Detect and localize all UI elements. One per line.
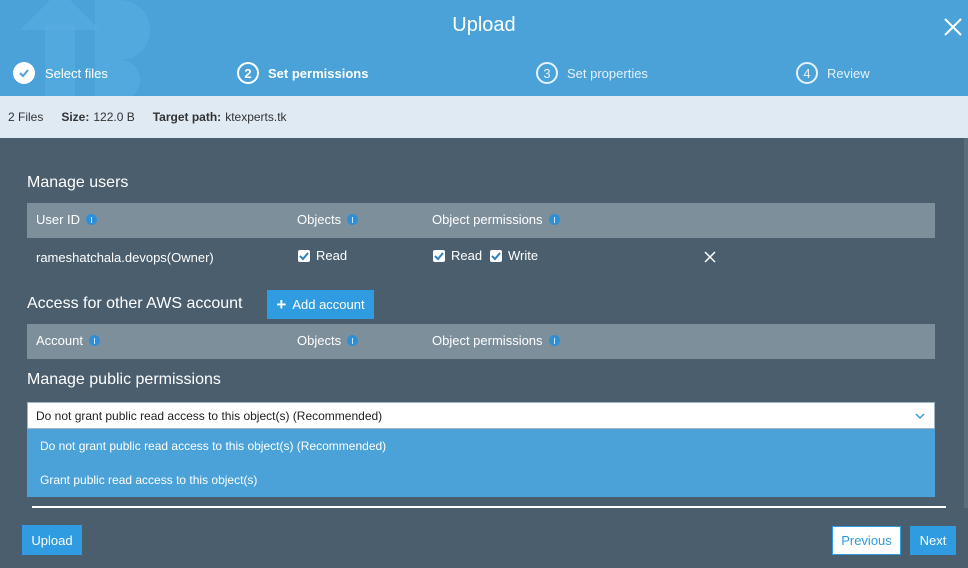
- previous-button[interactable]: Previous: [832, 526, 901, 555]
- col-objects: Objects: [297, 333, 359, 348]
- col-object-permissions: Object permissions: [432, 212, 560, 227]
- permissions-write-checkbox[interactable]: Write: [490, 248, 538, 263]
- file-count: 2 Files: [8, 110, 44, 124]
- public-permissions-select[interactable]: Do not grant public read access to this …: [27, 402, 935, 429]
- col-object-permissions: Object permissions: [432, 333, 560, 348]
- other-accounts-heading: Access for other AWS account: [27, 295, 243, 312]
- col-objects: Objects: [297, 212, 359, 227]
- target-path-label: Target path:: [152, 110, 222, 124]
- info-icon[interactable]: [347, 335, 359, 346]
- step-set-permissions[interactable]: 2 Set permissions: [237, 62, 368, 84]
- selected-option: Do not grant public read access to this …: [36, 408, 383, 423]
- users-table-header: User ID Objects Object permissions: [27, 203, 935, 238]
- close-icon[interactable]: [940, 14, 966, 40]
- dialog-title: Upload: [452, 14, 516, 36]
- info-icon[interactable]: [86, 214, 98, 225]
- public-permissions-dropdown: Do not grant public read access to this …: [27, 429, 935, 497]
- checkbox-checked-icon: [298, 249, 310, 262]
- plus-icon: +: [276, 295, 287, 314]
- step-label: Review: [827, 65, 870, 81]
- table-row: rameshatchala.devops(Owner) Read Read Wr…: [27, 238, 935, 274]
- permissions-read-checkbox[interactable]: Read: [433, 248, 482, 263]
- check-circle-icon: [13, 62, 35, 84]
- add-account-button[interactable]: + Add account: [267, 290, 374, 319]
- user-id-cell: rameshatchala.devops(Owner): [36, 250, 214, 265]
- step-label: Set permissions: [268, 65, 369, 81]
- col-user-id: User ID: [36, 212, 98, 227]
- info-icon[interactable]: [548, 335, 560, 346]
- upload-summary-bar: 2 Files Size: 122.0 B Target path: ktexp…: [0, 96, 968, 138]
- col-account: Account: [36, 333, 100, 348]
- step-review[interactable]: 4 Review: [796, 62, 870, 84]
- info-icon[interactable]: [88, 335, 100, 346]
- checkbox-checked-icon: [433, 249, 445, 262]
- size-label: Size:: [61, 110, 90, 124]
- upload-button[interactable]: Upload: [22, 525, 82, 555]
- next-button[interactable]: Next: [910, 526, 956, 555]
- public-permissions-heading: Manage public permissions: [27, 371, 221, 388]
- step-number: 2: [237, 62, 259, 84]
- remove-user-icon[interactable]: [704, 251, 716, 263]
- manage-users-heading: Manage users: [27, 174, 129, 191]
- objects-read-checkbox[interactable]: Read: [298, 248, 347, 263]
- info-icon[interactable]: [347, 214, 359, 225]
- dropdown-option-grant[interactable]: Grant public read access to this object(…: [27, 463, 935, 497]
- divider: [32, 506, 946, 508]
- step-label: Select files: [45, 65, 108, 81]
- step-label: Set properties: [567, 65, 648, 81]
- dropdown-option-deny[interactable]: Do not grant public read access to this …: [27, 429, 935, 463]
- target-path-value: ktexperts.tk: [225, 110, 287, 124]
- scrollbar[interactable]: [964, 138, 968, 508]
- step-number: 3: [536, 62, 558, 84]
- step-select-files[interactable]: Select files: [13, 62, 108, 84]
- info-icon[interactable]: [548, 214, 560, 225]
- accounts-table-header: Account Objects Object permissions: [27, 324, 935, 359]
- chevron-down-icon: [915, 413, 925, 420]
- step-number: 4: [796, 62, 818, 84]
- checkbox-checked-icon: [490, 249, 502, 262]
- step-set-properties[interactable]: 3 Set properties: [536, 62, 648, 84]
- size-value: 122.0 B: [93, 110, 135, 124]
- wizard-header: Upload Select files 2 Set permissions 3 …: [0, 0, 968, 96]
